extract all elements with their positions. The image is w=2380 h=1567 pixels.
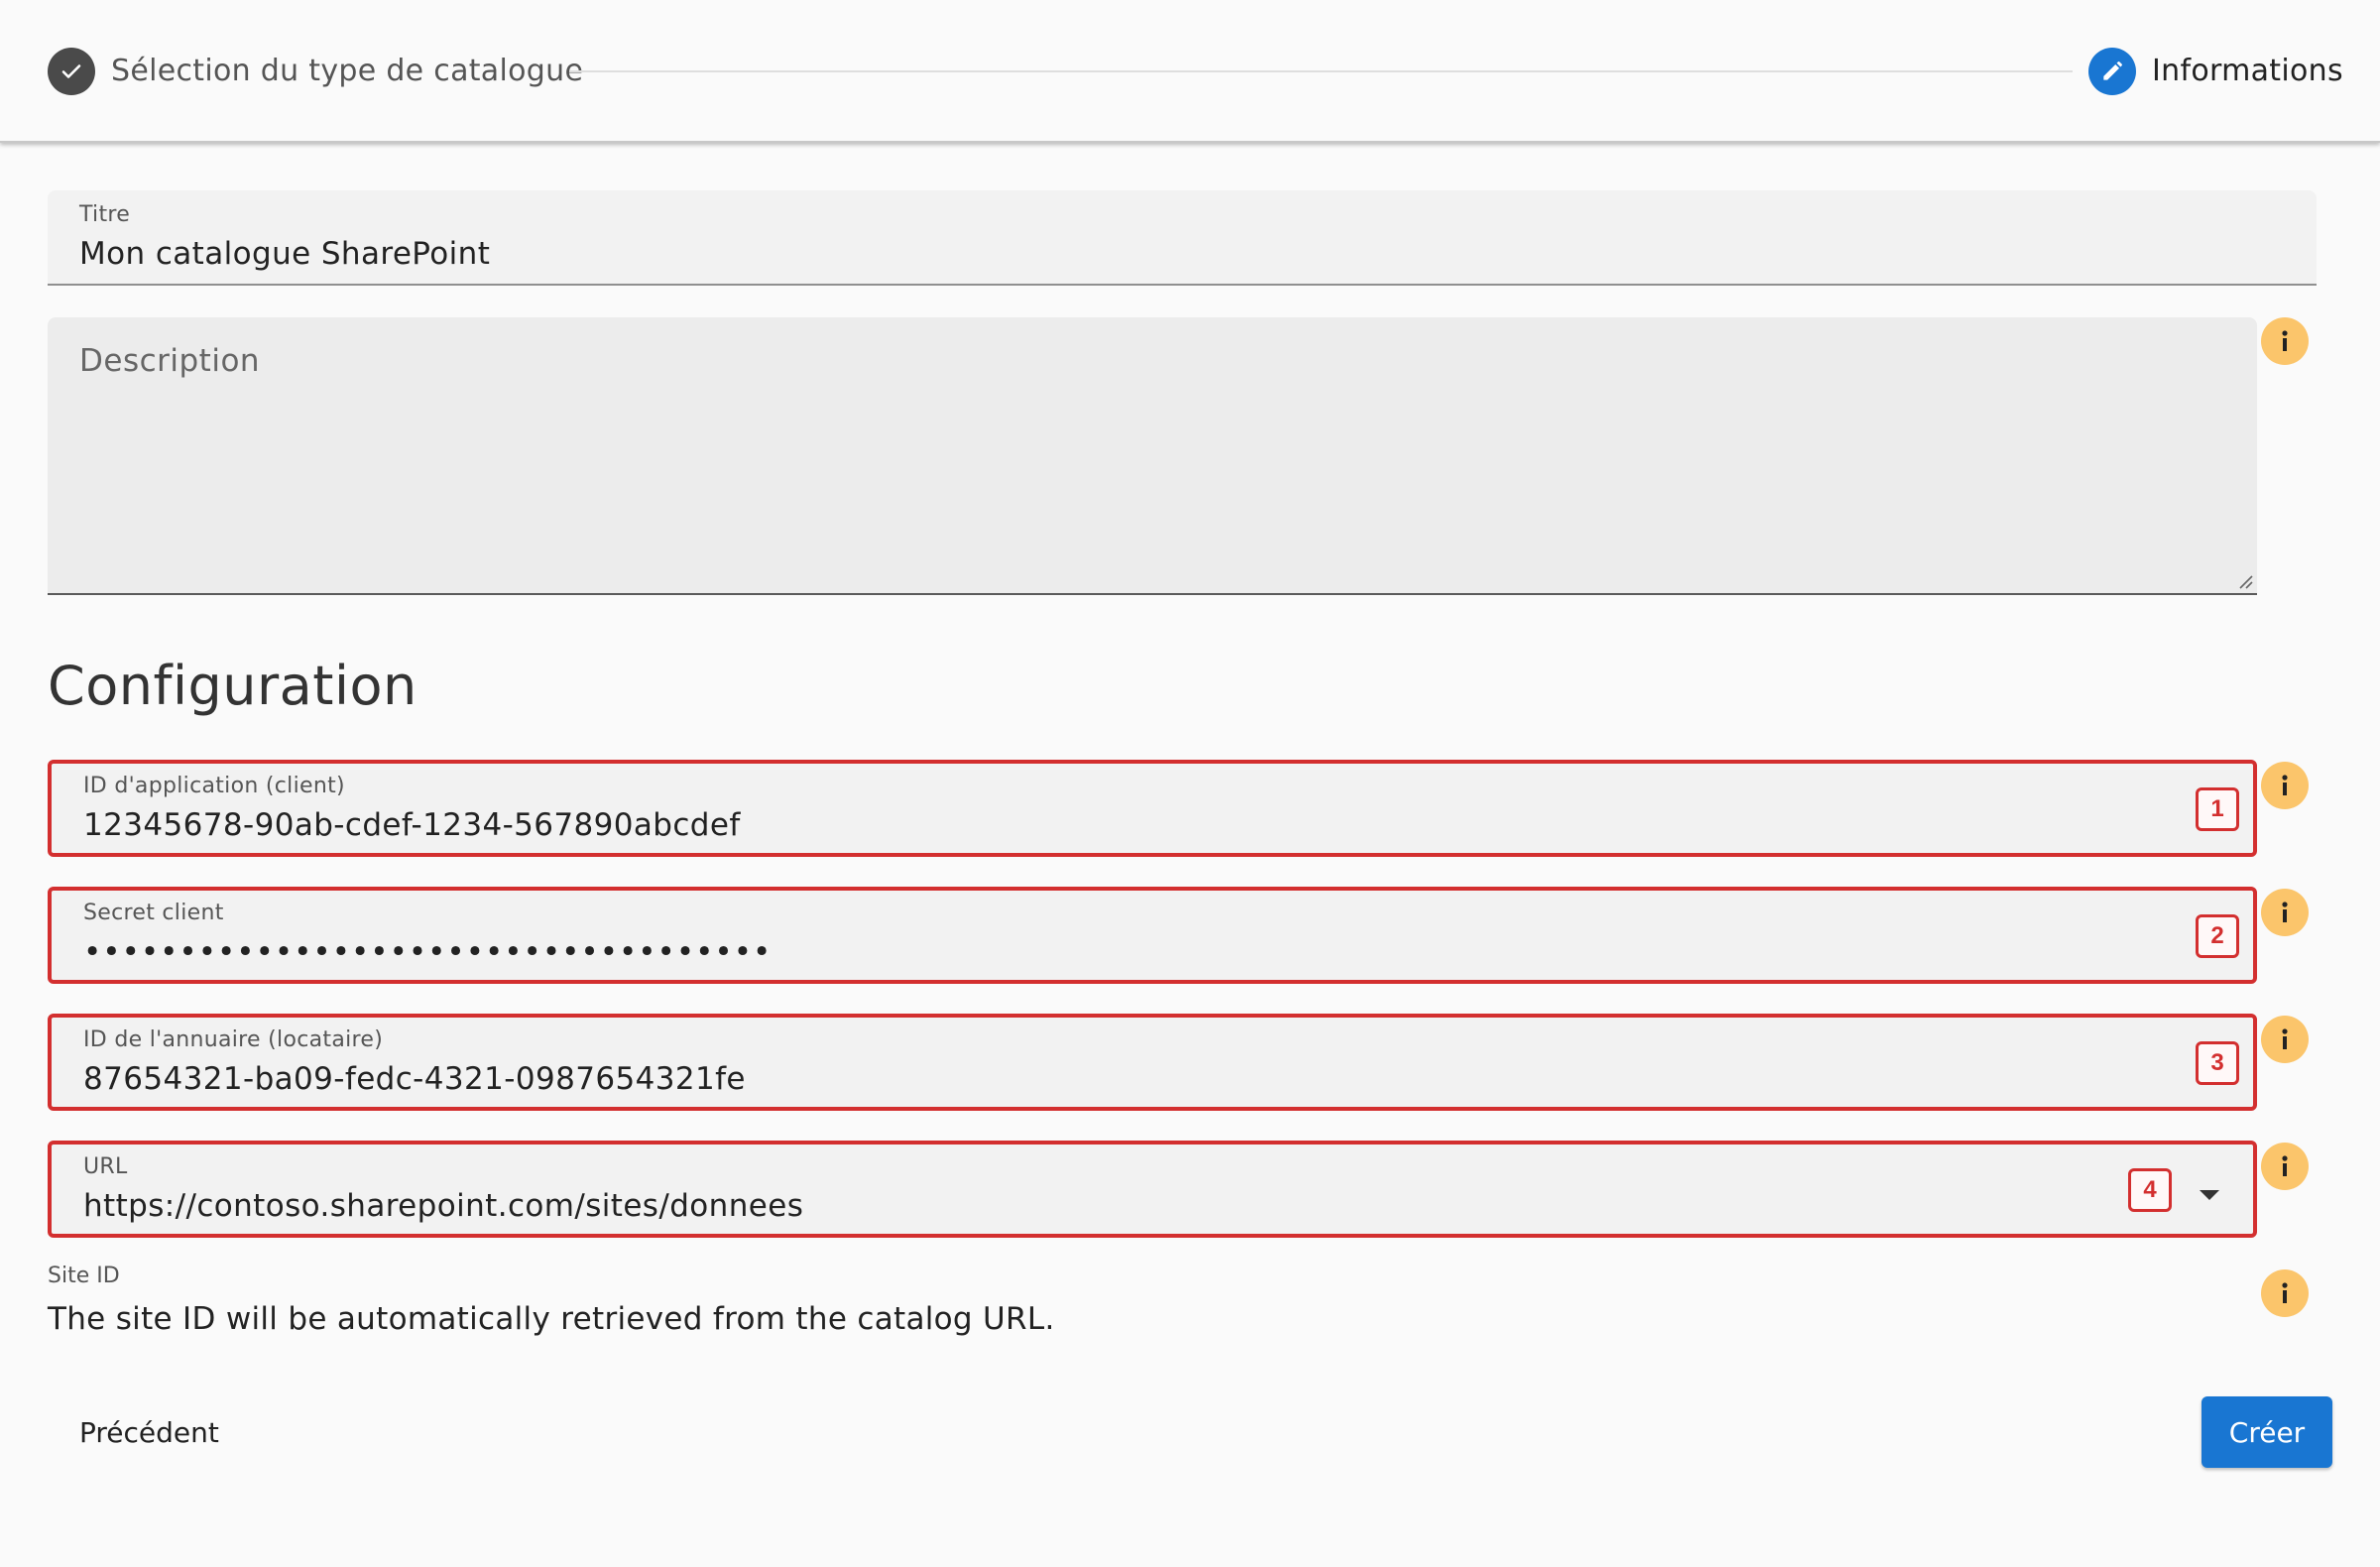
configuration-heading: Configuration <box>48 655 417 717</box>
title-field-label: Titre <box>79 202 131 227</box>
description-info-icon[interactable] <box>2261 317 2309 365</box>
step-connector-line <box>569 70 2073 72</box>
step-active-pencil-icon <box>2088 48 2136 95</box>
url-info-icon[interactable] <box>2261 1143 2309 1190</box>
step-2-label: Informations <box>2152 54 2343 88</box>
client-id-info-icon[interactable] <box>2261 762 2309 809</box>
client-id-label: ID d'application (client) <box>83 774 345 798</box>
annotation-badge-4: 4 <box>2128 1168 2172 1212</box>
annotation-badge-3: 3 <box>2196 1041 2239 1085</box>
tenant-id-value[interactable]: 87654321-ba09-fedc-4321-0987654321fe <box>83 1061 746 1097</box>
step-completed-check-icon <box>48 48 95 95</box>
step-1-label[interactable]: Sélection du type de catalogue <box>111 48 583 95</box>
title-field[interactable]: Titre Mon catalogue SharePoint <box>48 190 2317 286</box>
tenant-id-info-icon[interactable] <box>2261 1016 2309 1063</box>
site-id-info-icon[interactable] <box>2261 1269 2309 1317</box>
url-label: URL <box>83 1154 128 1179</box>
title-field-value[interactable]: Mon catalogue SharePoint <box>79 236 490 272</box>
stepper-header: Sélection du type de catalogue Informati… <box>0 0 2380 143</box>
site-id-description: The site ID will be automatically retrie… <box>48 1301 1055 1337</box>
url-select-field[interactable]: URL https://contoso.sharepoint.com/sites… <box>48 1141 2257 1238</box>
description-placeholder: Description <box>79 343 261 379</box>
tenant-id-label: ID de l'annuaire (locataire) <box>83 1027 384 1052</box>
resize-grip-icon[interactable] <box>2235 571 2253 589</box>
previous-button[interactable]: Précédent <box>48 1396 246 1468</box>
create-button[interactable]: Créer <box>2202 1396 2332 1468</box>
client-secret-field[interactable]: Secret client ••••••••••••••••••••••••••… <box>48 887 2257 984</box>
client-id-value[interactable]: 12345678-90ab-cdef-1234-567890abcdef <box>83 807 741 843</box>
client-secret-info-icon[interactable] <box>2261 889 2309 936</box>
client-secret-label: Secret client <box>83 901 224 925</box>
chevron-down-icon[interactable] <box>2198 1188 2221 1202</box>
site-id-label: Site ID <box>48 1264 120 1288</box>
annotation-badge-2: 2 <box>2196 914 2239 958</box>
annotation-badge-1: 1 <box>2196 787 2239 831</box>
client-id-field[interactable]: ID d'application (client) 12345678-90ab-… <box>48 760 2257 857</box>
url-value[interactable]: https://contoso.sharepoint.com/sites/don… <box>83 1188 803 1224</box>
description-textarea[interactable]: Description <box>48 317 2257 595</box>
client-secret-value[interactable]: •••••••••••••••••••••••••••••••••••• <box>83 934 772 970</box>
tenant-id-field[interactable]: ID de l'annuaire (locataire) 87654321-ba… <box>48 1014 2257 1111</box>
